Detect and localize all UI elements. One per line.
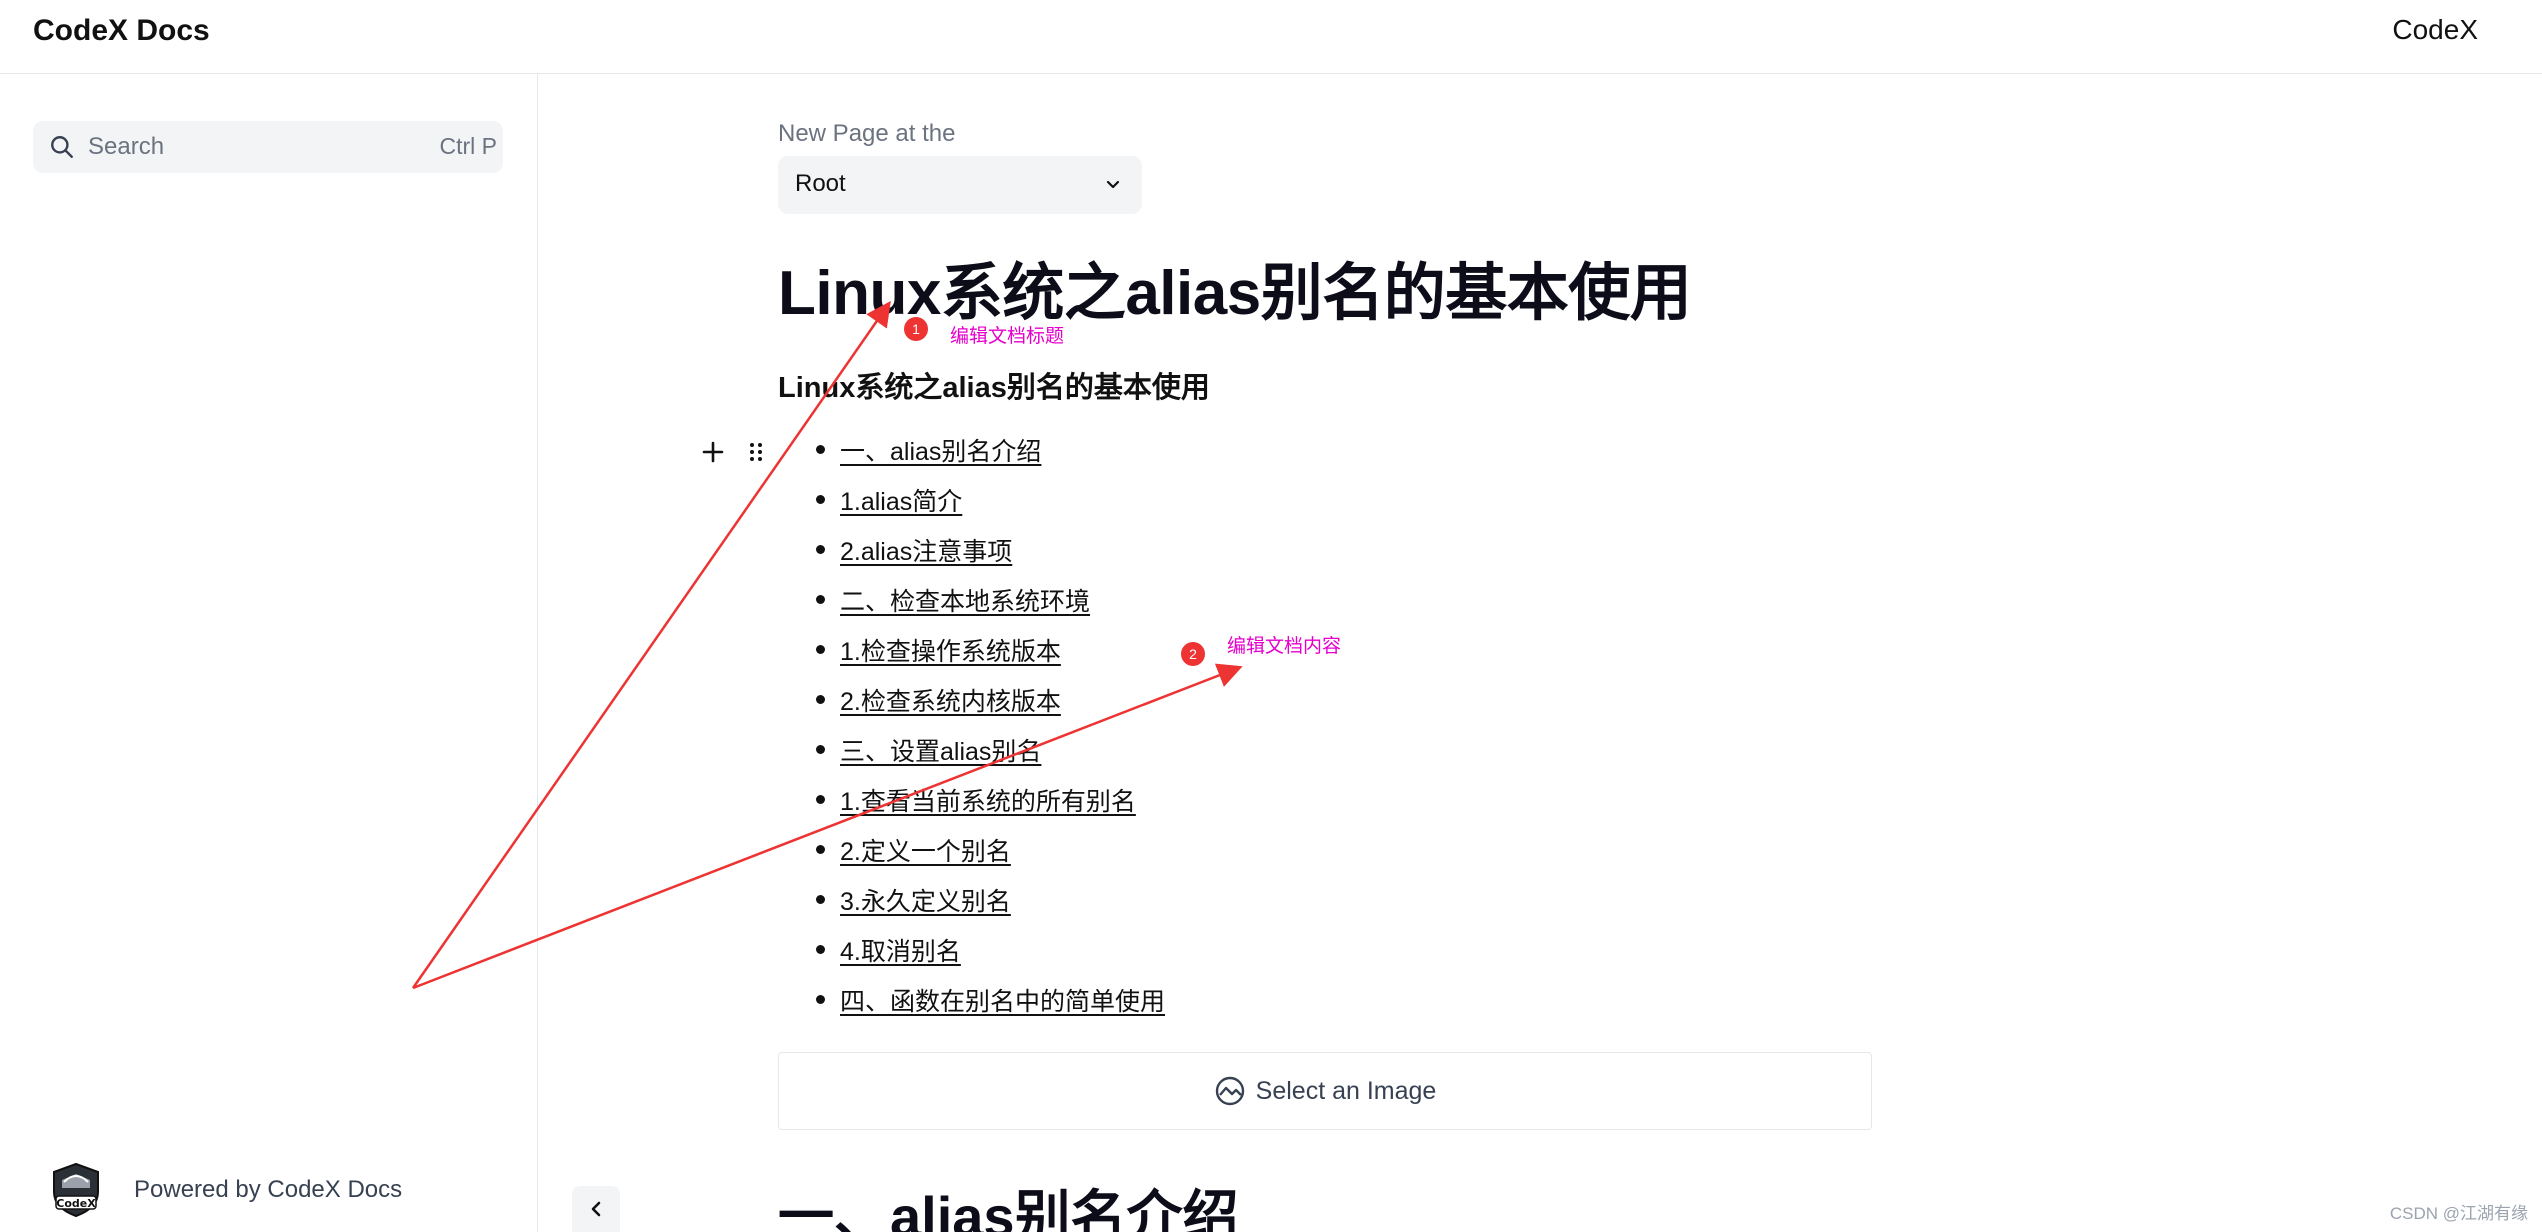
toc-link[interactable]: 3.永久定义别名 <box>840 888 1011 916</box>
list-item: 3.永久定义别名 <box>815 882 1165 932</box>
toc-link[interactable]: 1.查看当前系统的所有别名 <box>840 788 1136 816</box>
list-item: 2.alias注意事项 <box>815 532 1165 582</box>
annotation-badge: 1 <box>904 317 928 341</box>
toc-link[interactable]: 2.检查系统内核版本 <box>840 688 1061 716</box>
search-shortcut-hint: Ctrl P <box>439 133 498 159</box>
powered-by-text: Powered by CodeX Docs <box>134 1176 403 1203</box>
list-item: 1.查看当前系统的所有别名 <box>815 782 1165 832</box>
brand-link[interactable]: CodeX Docs <box>33 14 210 48</box>
table-of-contents: 一、alias别名介绍 1.alias简介 2.alias注意事项 二、检查本地… <box>815 432 1165 1032</box>
image-icon <box>1215 1076 1244 1106</box>
block-toolbar <box>700 439 766 465</box>
select-image-button[interactable]: Select an Image <box>778 1052 1872 1130</box>
annotation-badge: 2 <box>1181 642 1205 666</box>
drag-handle-icon[interactable] <box>746 439 766 465</box>
svg-text:CodeX: CodeX <box>56 1197 96 1210</box>
toc-link[interactable]: 四、函数在别名中的简单使用 <box>840 988 1165 1016</box>
new-page-label: New Page at the <box>778 120 956 147</box>
toc-link[interactable]: 1.alias简介 <box>840 488 962 516</box>
list-item: 2.检查系统内核版本 <box>815 682 1165 732</box>
document-subtitle[interactable]: Linux系统之alias别名的基本使用 <box>778 364 1210 406</box>
codex-link[interactable]: CodeX <box>2392 14 2478 46</box>
plus-icon[interactable] <box>700 439 726 465</box>
list-item: 4.取消别名 <box>815 932 1165 982</box>
collapse-sidebar-button[interactable] <box>572 1186 620 1232</box>
annotation-label: 编辑文档内容 <box>1227 636 1342 657</box>
sidebar: Ctrl P CodeX Powered by CodeX Docs <box>0 74 538 1232</box>
toc-link[interactable]: 三、设置alias别名 <box>840 738 1041 766</box>
list-item: 1.检查操作系统版本 <box>815 632 1165 682</box>
toc-link[interactable]: 二、检查本地系统环境 <box>840 588 1090 616</box>
watermark: CSDN @江湖有缘 <box>2389 1204 2528 1223</box>
parent-page-selected: Root <box>795 170 846 197</box>
toc-link[interactable]: 一、alias别名介绍 <box>840 438 1041 466</box>
sidebar-footer[interactable]: CodeX Powered by CodeX Docs <box>46 1158 402 1222</box>
section-heading[interactable]: 一、alias别名介绍 <box>778 1172 1239 1232</box>
list-item: 2.定义一个别名 <box>815 832 1165 882</box>
select-image-label: Select an Image <box>1255 1076 1437 1105</box>
list-item: 二、检查本地系统环境 <box>815 582 1165 632</box>
toc-link[interactable]: 2.alias注意事项 <box>840 538 1012 566</box>
toc-link[interactable]: 4.取消别名 <box>840 938 961 966</box>
annotation-label: 编辑文档标题 <box>950 326 1065 347</box>
codex-logo-icon: CodeX <box>53 1162 99 1218</box>
top-header: CodeX Docs CodeX <box>0 0 2542 74</box>
list-item: 一、alias别名介绍 <box>815 432 1165 482</box>
list-item: 1.alias简介 <box>815 482 1165 532</box>
list-item: 四、函数在别名中的简单使用 <box>815 982 1165 1032</box>
toc-link[interactable]: 1.检查操作系统版本 <box>840 638 1061 666</box>
toc-link[interactable]: 2.定义一个别名 <box>840 838 1011 866</box>
chevron-left-icon <box>591 1201 601 1217</box>
parent-page-select[interactable]: Root <box>778 156 1142 214</box>
list-item: 三、设置alias别名 <box>815 732 1165 782</box>
chevron-down-icon <box>1106 180 1120 189</box>
search-box[interactable]: Ctrl P <box>33 121 503 173</box>
search-input[interactable] <box>88 129 408 165</box>
search-icon <box>51 136 73 158</box>
